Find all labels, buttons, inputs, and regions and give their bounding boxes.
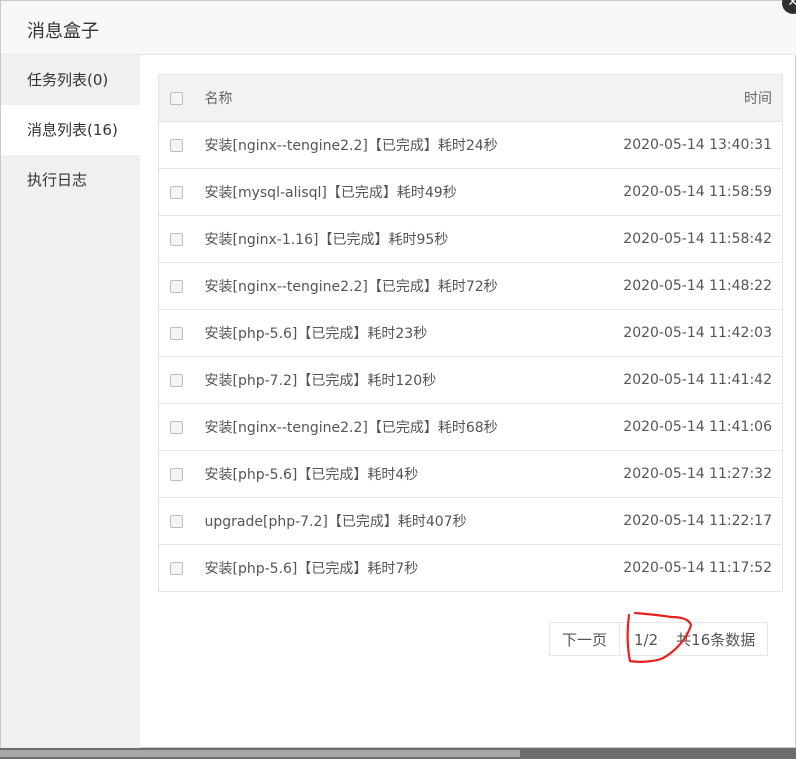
table-row: 安装[nginx--tengine2.2]【已完成】耗时72秒 2020-05-… <box>158 262 783 310</box>
row-checkbox[interactable] <box>170 232 183 246</box>
column-header-name: 名称 <box>204 74 593 122</box>
row-checkbox[interactable] <box>170 138 183 152</box>
table-row: upgrade[php-7.2]【已完成】耗时407秒 2020-05-14 1… <box>158 497 783 545</box>
message-name: 安装[mysql-alisql]【已完成】耗时49秒 <box>204 168 593 216</box>
table-row: 安装[php-5.6]【已完成】耗时4秒 2020-05-14 11:27:32 <box>158 450 783 498</box>
sidebar-item-messages[interactable]: 消息列表(16) <box>1 105 140 155</box>
message-name: 安装[nginx--tengine2.2]【已完成】耗时24秒 <box>204 121 593 169</box>
message-time: 2020-05-14 11:17:52 <box>592 544 783 592</box>
table-row: 安装[php-7.2]【已完成】耗时120秒 2020-05-14 11:41:… <box>158 356 783 404</box>
message-name: 安装[php-5.6]【已完成】耗时7秒 <box>204 544 593 592</box>
row-checkbox[interactable] <box>170 561 183 575</box>
message-name: 安装[nginx--tengine2.2]【已完成】耗时72秒 <box>204 262 593 310</box>
total-count: 共16条数据 <box>672 622 769 656</box>
row-checkbox[interactable] <box>170 373 183 387</box>
table-row: 安装[nginx--tengine2.2]【已完成】耗时24秒 2020-05-… <box>158 121 783 169</box>
message-time: 2020-05-14 11:41:42 <box>592 356 783 404</box>
message-name: 安装[php-7.2]【已完成】耗时120秒 <box>204 356 593 404</box>
row-checkbox[interactable] <box>170 514 183 528</box>
message-time: 2020-05-14 11:22:17 <box>592 497 783 545</box>
row-checkbox[interactable] <box>170 326 183 340</box>
table-row: 安装[php-5.6]【已完成】耗时23秒 2020-05-14 11:42:0… <box>158 309 783 357</box>
message-name: upgrade[php-7.2]【已完成】耗时407秒 <box>204 497 593 545</box>
row-checkbox[interactable] <box>170 467 183 481</box>
table-row: 安装[nginx--tengine2.2]【已完成】耗时68秒 2020-05-… <box>158 403 783 451</box>
message-time: 2020-05-14 11:42:03 <box>592 309 783 357</box>
message-time: 2020-05-14 11:27:32 <box>592 450 783 498</box>
table-row: 安装[nginx-1.16]【已完成】耗时95秒 2020-05-14 11:5… <box>158 215 783 263</box>
dialog-title: 消息盒子 <box>27 21 99 42</box>
message-name: 安装[nginx-1.16]【已完成】耗时95秒 <box>204 215 593 263</box>
sidebar-item-logs[interactable]: 执行日志 <box>1 155 140 205</box>
message-table: 名称 时间 安装[nginx--tengine2.2]【已完成】耗时24秒 20… <box>158 74 783 592</box>
column-header-time: 时间 <box>592 74 783 122</box>
message-time: 2020-05-14 11:41:06 <box>592 403 783 451</box>
message-time: 2020-05-14 13:40:31 <box>592 121 783 169</box>
next-page-button[interactable]: 下一页 <box>549 622 621 656</box>
message-list-panel: 名称 时间 安装[nginx--tengine2.2]【已完成】耗时24秒 20… <box>158 74 783 592</box>
message-time: 2020-05-14 11:58:42 <box>592 215 783 263</box>
dialog-titlebar: 消息盒子 <box>1 1 796 55</box>
pagination: 下一页 1/2 共16条数据 <box>549 622 769 656</box>
message-name: 安装[php-5.6]【已完成】耗时23秒 <box>204 309 593 357</box>
row-checkbox[interactable] <box>170 279 183 293</box>
table-row: 安装[php-5.6]【已完成】耗时7秒 2020-05-14 11:17:52 <box>158 544 783 592</box>
sidebar: 任务列表(0) 消息列表(16) 执行日志 <box>1 55 140 749</box>
select-all-checkbox[interactable] <box>170 91 183 105</box>
current-page-indicator: 1/2 <box>620 622 673 656</box>
sidebar-item-tasks[interactable]: 任务列表(0) <box>1 55 140 105</box>
message-time: 2020-05-14 11:58:59 <box>592 168 783 216</box>
message-time: 2020-05-14 11:48:22 <box>592 262 783 310</box>
message-box-dialog: 消息盒子 任务列表(0) 消息列表(16) 执行日志 名称 时间 安装[ngin… <box>0 0 796 749</box>
table-row: 安装[mysql-alisql]【已完成】耗时49秒 2020-05-14 11… <box>158 168 783 216</box>
table-header-row: 名称 时间 <box>158 74 783 122</box>
message-name: 安装[nginx--tengine2.2]【已完成】耗时68秒 <box>204 403 593 451</box>
row-checkbox[interactable] <box>170 185 183 199</box>
row-checkbox[interactable] <box>170 420 183 434</box>
message-name: 安装[php-5.6]【已完成】耗时4秒 <box>204 450 593 498</box>
horizontal-scrollbar-thumb[interactable] <box>0 750 520 757</box>
